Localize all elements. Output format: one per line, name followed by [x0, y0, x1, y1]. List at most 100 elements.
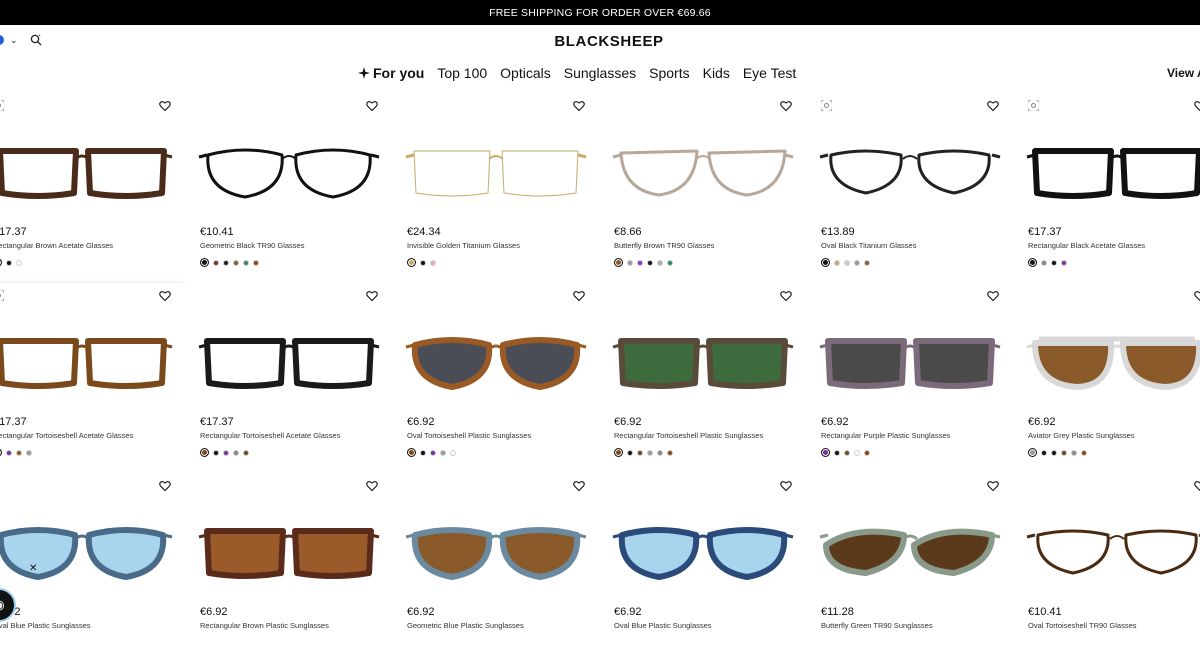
product-image[interactable]: [818, 325, 1002, 395]
color-swatch[interactable]: [213, 259, 219, 266]
heart-icon[interactable]: [987, 480, 999, 492]
color-swatch[interactable]: [657, 449, 663, 456]
color-swatch[interactable]: [1061, 449, 1067, 456]
color-swatch[interactable]: [407, 258, 416, 267]
nav-item-for-you[interactable]: For you: [358, 65, 424, 81]
color-swatch[interactable]: [243, 449, 249, 456]
color-swatch[interactable]: [233, 259, 239, 266]
product-image[interactable]: [0, 135, 174, 205]
color-swatch[interactable]: [657, 259, 663, 266]
product-card[interactable]: €17.37 Rectangular Black Acetate Glasses: [1013, 93, 1200, 283]
nav-item-top-100[interactable]: Top 100: [437, 65, 487, 81]
color-swatch[interactable]: [233, 449, 239, 456]
product-name[interactable]: Oval Blue Plastic Sunglasses: [0, 621, 91, 630]
product-name[interactable]: Geometric Blue Plastic Sunglasses: [407, 621, 524, 630]
color-swatch[interactable]: [627, 259, 633, 266]
virtual-try-on-icon[interactable]: [0, 290, 4, 301]
color-swatch[interactable]: [864, 259, 870, 266]
product-name[interactable]: Butterfly Green TR90 Sunglasses: [821, 621, 933, 630]
color-swatch[interactable]: [1081, 449, 1087, 456]
color-swatch[interactable]: [854, 449, 860, 456]
view-all-link[interactable]: View A: [1167, 66, 1200, 80]
product-card[interactable]: €17.37 Rectangular Brown Acetate Glasses: [0, 93, 185, 283]
color-swatch[interactable]: [200, 258, 209, 267]
heart-icon[interactable]: [780, 100, 792, 112]
product-name[interactable]: Rectangular Brown Plastic Sunglasses: [200, 621, 329, 630]
product-name[interactable]: Geometric Black TR90 Glasses: [200, 241, 304, 250]
nav-item-opticals[interactable]: Opticals: [500, 65, 551, 81]
color-swatch[interactable]: [450, 449, 456, 456]
product-name[interactable]: Butterfly Brown TR90 Glasses: [614, 241, 714, 250]
heart-icon[interactable]: [987, 100, 999, 112]
color-swatch[interactable]: [1041, 449, 1047, 456]
product-card[interactable]: €11.28 Butterfly Green TR90 Sunglasses: [806, 473, 1013, 663]
heart-icon[interactable]: [1194, 100, 1200, 112]
color-swatch[interactable]: [667, 259, 673, 266]
color-swatch[interactable]: [821, 448, 830, 457]
heart-icon[interactable]: [780, 290, 792, 302]
heart-icon[interactable]: [1194, 290, 1200, 302]
product-image[interactable]: [197, 515, 381, 585]
heart-icon[interactable]: [573, 290, 585, 302]
product-card[interactable]: €10.41 Geometric Black TR90 Glasses: [185, 93, 392, 283]
product-image[interactable]: [404, 515, 588, 585]
color-swatch[interactable]: [420, 259, 426, 266]
site-logo[interactable]: BLACKSHEEP: [0, 33, 1200, 50]
color-swatch[interactable]: [440, 449, 446, 456]
heart-icon[interactable]: [366, 290, 378, 302]
product-name[interactable]: Invisible Golden Titanium Glasses: [407, 241, 520, 250]
color-swatch[interactable]: [16, 259, 22, 266]
product-name[interactable]: Rectangular Tortoiseshell Plastic Sungla…: [614, 431, 763, 440]
product-name[interactable]: Oval Black Titanium Glasses: [821, 241, 916, 250]
product-image[interactable]: [404, 135, 588, 205]
product-card[interactable]: €8.66 Butterfly Brown TR90 Glasses: [599, 93, 806, 283]
virtual-try-on-icon[interactable]: [1028, 100, 1039, 111]
heart-icon[interactable]: [573, 100, 585, 112]
color-swatch[interactable]: [834, 449, 840, 456]
product-name[interactable]: Oval Tortoiseshell TR90 Glasses: [1028, 621, 1137, 630]
product-card[interactable]: €6.92Oval Blue Plastic Sunglasses: [0, 473, 185, 663]
color-swatch[interactable]: [420, 449, 426, 456]
product-card[interactable]: €24.34 Invisible Golden Titanium Glasses: [392, 93, 599, 283]
heart-icon[interactable]: [159, 480, 171, 492]
product-name[interactable]: Rectangular Tortoiseshell Acetate Glasse…: [0, 431, 133, 440]
color-swatch[interactable]: [430, 449, 436, 456]
color-swatch[interactable]: [26, 449, 32, 456]
color-swatch[interactable]: [647, 259, 653, 266]
color-swatch[interactable]: [1051, 449, 1057, 456]
product-image[interactable]: [404, 325, 588, 395]
color-swatch[interactable]: [1051, 259, 1057, 266]
color-swatch[interactable]: [0, 258, 2, 267]
heart-icon[interactable]: [987, 290, 999, 302]
nav-item-kids[interactable]: Kids: [703, 65, 730, 81]
color-swatch[interactable]: [1061, 259, 1067, 266]
color-swatch[interactable]: [647, 449, 653, 456]
heart-icon[interactable]: [780, 480, 792, 492]
product-image[interactable]: [1025, 325, 1200, 395]
product-card[interactable]: €17.37 Rectangular Tortoiseshell Acetate …: [0, 283, 185, 473]
color-swatch[interactable]: [407, 448, 416, 457]
product-card[interactable]: €6.92 Rectangular Brown Plastic Sunglasse…: [185, 473, 392, 663]
color-swatch[interactable]: [667, 449, 673, 456]
product-image[interactable]: [818, 515, 1002, 585]
color-swatch[interactable]: [430, 259, 436, 266]
product-name[interactable]: Rectangular Brown Acetate Glasses: [0, 241, 113, 250]
heart-icon[interactable]: [159, 290, 171, 302]
nav-item-sports[interactable]: Sports: [649, 65, 689, 81]
product-card[interactable]: €13.89 Oval Black Titanium Glasses: [806, 93, 1013, 283]
color-swatch[interactable]: [0, 448, 2, 457]
product-card[interactable]: €6.92 Rectangular Purple Plastic Sunglass…: [806, 283, 1013, 473]
color-swatch[interactable]: [854, 259, 860, 266]
color-swatch[interactable]: [844, 449, 850, 456]
color-swatch[interactable]: [200, 448, 209, 457]
product-card[interactable]: €10.41 Oval Tortoiseshell TR90 Glasses: [1013, 473, 1200, 663]
product-name[interactable]: Rectangular Tortoiseshell Acetate Glasse…: [200, 431, 340, 440]
product-image[interactable]: [197, 325, 381, 395]
nav-item-sunglasses[interactable]: Sunglasses: [564, 65, 636, 81]
color-swatch[interactable]: [213, 449, 219, 456]
color-swatch[interactable]: [614, 258, 623, 267]
color-swatch[interactable]: [637, 259, 643, 266]
color-swatch[interactable]: [614, 448, 623, 457]
product-name[interactable]: Oval Blue Plastic Sunglasses: [614, 621, 712, 630]
color-swatch[interactable]: [627, 449, 633, 456]
